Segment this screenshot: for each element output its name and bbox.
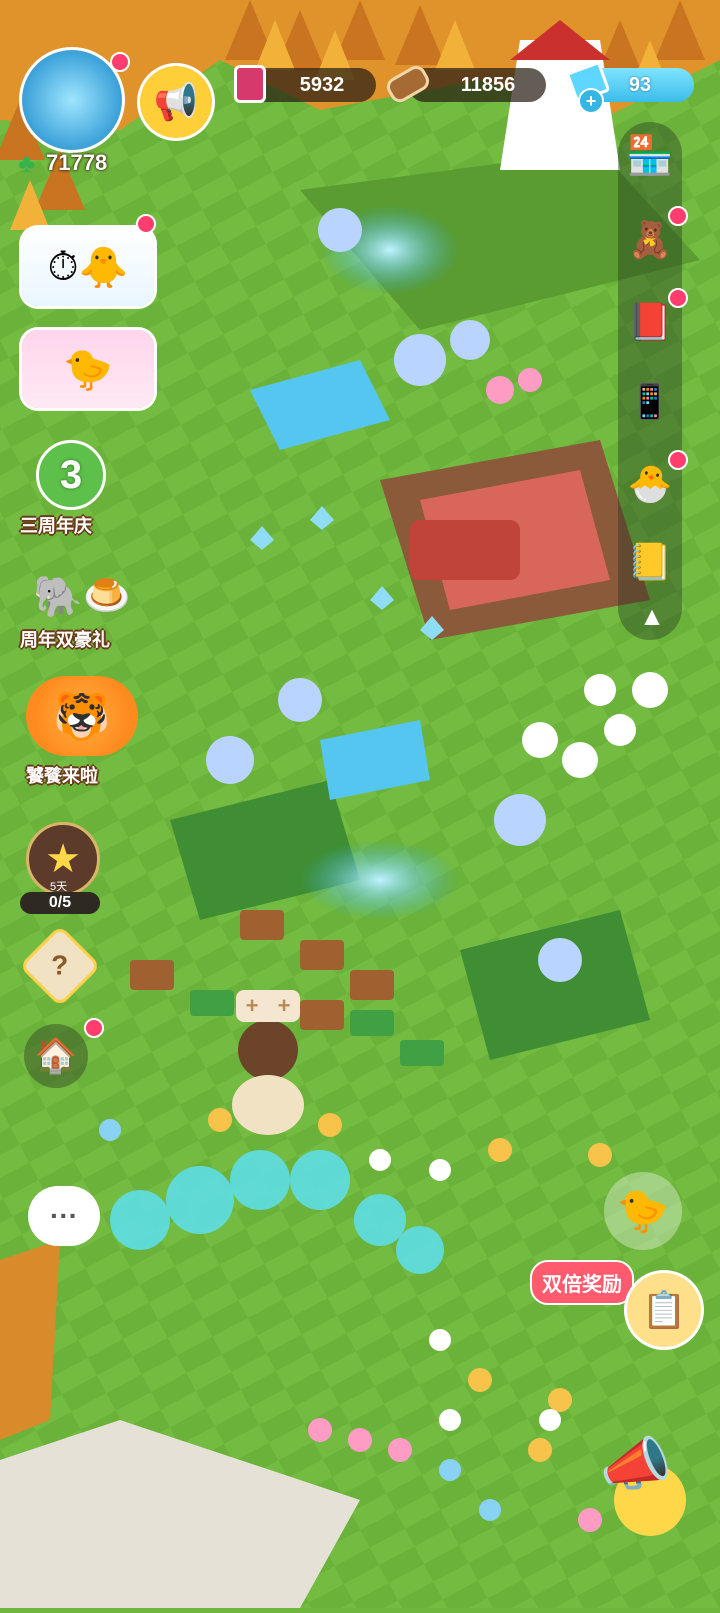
timed-event-button[interactable]: ⏱ 🐥 bbox=[22, 228, 154, 306]
crate-plus-1: + bbox=[245, 993, 259, 1018]
double-reward-label[interactable]: 双倍奖励 bbox=[530, 1260, 634, 1305]
double-gift-button[interactable]: 🐘 🍮 bbox=[22, 566, 142, 626]
megaphone-chick-icon: 📣 bbox=[599, 1432, 673, 1497]
star-icon: ★ bbox=[45, 837, 81, 881]
tiger-icon: 🐯 bbox=[53, 689, 111, 742]
chick-pack-button[interactable]: 🐤 bbox=[22, 330, 154, 408]
meal-event-label: 饕餮来啦 bbox=[26, 766, 98, 786]
bear-friend-icon: 🧸 bbox=[627, 219, 673, 260]
orange-house-icon: 🏠 bbox=[34, 1037, 78, 1075]
pudding-icon: 🍮 bbox=[83, 575, 131, 617]
crate-plus-2: + bbox=[277, 993, 291, 1018]
album-notification-dot bbox=[668, 288, 688, 308]
chick-icon: 🐥 bbox=[78, 245, 129, 290]
anniversary-button[interactable]: 3 bbox=[30, 440, 106, 516]
star-progress: 0/5 bbox=[20, 892, 100, 914]
shop-button[interactable]: 🏪 bbox=[622, 128, 678, 184]
megaphone-icon: 📢 bbox=[153, 81, 199, 122]
home-decor-button[interactable]: 🏠 bbox=[24, 1024, 88, 1088]
crate-upgrade-badge[interactable]: + + bbox=[236, 990, 300, 1022]
couple-event-button[interactable]: 🐤 bbox=[604, 1172, 682, 1250]
chat-dots-icon: ··· bbox=[50, 1200, 78, 1231]
chick-gift-icon: 🐤 bbox=[63, 347, 113, 392]
triangle-up-icon: ▲ bbox=[639, 600, 665, 631]
clover-icon: ♣ bbox=[18, 148, 36, 178]
wood-log-icon bbox=[383, 62, 433, 106]
mail-notification-dot bbox=[668, 450, 688, 470]
home-decor-notification-dot bbox=[84, 1018, 104, 1038]
chick-couple-icon: 🐤 bbox=[616, 1186, 670, 1234]
timed-event-notification-dot bbox=[136, 214, 156, 234]
stopwatch-icon: ⏱ bbox=[47, 244, 79, 289]
phone-icon: 📱 bbox=[628, 383, 672, 421]
chat-button[interactable]: ··· bbox=[28, 1186, 100, 1246]
collapse-toolbar-button[interactable]: ▲ bbox=[632, 598, 672, 634]
jam-jar-icon bbox=[228, 62, 272, 106]
elephant-icon: 🐘 bbox=[33, 574, 84, 619]
recipe-book-button[interactable]: 📒 bbox=[622, 534, 678, 590]
album-book-icon: 📕 bbox=[627, 301, 673, 342]
recipe-book-icon: 📒 bbox=[627, 541, 673, 582]
friends-notification-dot bbox=[668, 206, 688, 226]
mystery-box-button[interactable]: ? bbox=[18, 924, 102, 1008]
clover-count: 71778 bbox=[46, 150, 108, 175]
mystery-box-icon: ? bbox=[18, 924, 102, 1008]
avatar-notification-dot bbox=[110, 52, 130, 72]
order-clipboard-icon: 📋 bbox=[641, 1289, 687, 1330]
avatar[interactable] bbox=[22, 50, 122, 150]
double-gift-label: 周年双豪礼 bbox=[20, 630, 110, 650]
announcement-button[interactable]: 📢 bbox=[140, 66, 212, 138]
phone-button[interactable]: 📱 bbox=[622, 374, 678, 430]
add-gems-button[interactable]: + bbox=[578, 88, 604, 114]
anniversary-label: 三周年庆 bbox=[20, 516, 92, 536]
camera-tour-button[interactable]: 📣 bbox=[576, 1410, 696, 1520]
order-board-button[interactable]: 📋 bbox=[624, 1270, 704, 1350]
shop-stall-icon: 🏪 bbox=[626, 135, 674, 177]
chick-mail-icon: 🐣 bbox=[627, 463, 673, 504]
clover-badge-icon: 3 bbox=[36, 440, 106, 510]
meal-event-button[interactable]: 🐯 bbox=[26, 676, 138, 756]
